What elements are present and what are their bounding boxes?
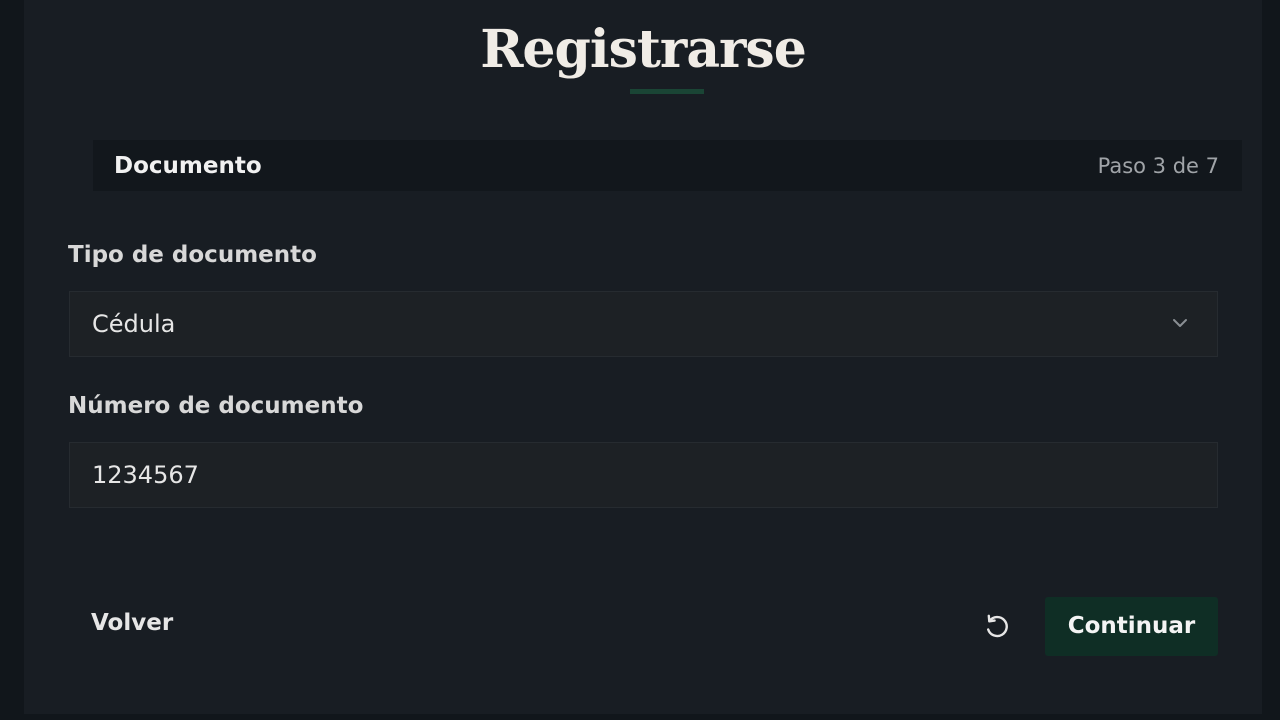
back-button[interactable]: Volver xyxy=(91,610,173,636)
step-header: Documento Paso 3 de 7 xyxy=(93,140,1242,191)
document-type-select[interactable]: Cédula xyxy=(69,291,1218,357)
page-title: Registrarse xyxy=(480,19,807,80)
step-title: Documento xyxy=(114,153,262,179)
document-number-field[interactable] xyxy=(69,442,1218,508)
page: Registrarse Documento Paso 3 de 7 Tipo d… xyxy=(0,0,1280,720)
reset-button[interactable] xyxy=(980,609,1014,643)
document-type-value: Cédula xyxy=(92,310,176,338)
document-number-label: Número de documento xyxy=(68,393,364,419)
document-type-label: Tipo de documento xyxy=(68,242,317,268)
document-number-input[interactable] xyxy=(70,443,1217,507)
chevron-down-icon xyxy=(1173,319,1187,327)
reset-icon xyxy=(987,614,1008,638)
step-counter: Paso 3 de 7 xyxy=(1097,154,1219,178)
continue-button[interactable]: Continuar xyxy=(1045,597,1218,656)
title-underline xyxy=(630,89,704,94)
